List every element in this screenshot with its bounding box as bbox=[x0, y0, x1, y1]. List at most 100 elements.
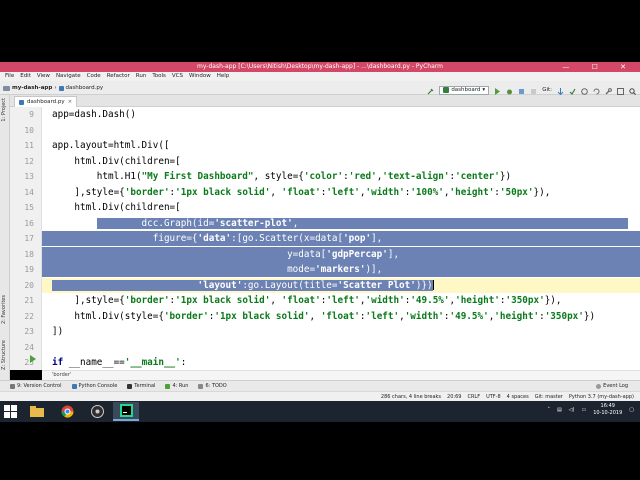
volume-icon[interactable]: ◁) bbox=[569, 407, 575, 413]
chevron-up-icon[interactable]: ˄ bbox=[547, 407, 550, 413]
line-number: 12 bbox=[24, 156, 34, 166]
code-text: ], bbox=[387, 248, 400, 260]
string-literal: '1px black solid' bbox=[175, 186, 271, 198]
string-literal: 'markers' bbox=[315, 264, 366, 275]
menu-tools[interactable]: Tools bbox=[149, 72, 169, 81]
code-text: __name__== bbox=[63, 357, 125, 368]
code-text: y=data[ bbox=[52, 248, 327, 260]
windows-start-icon[interactable] bbox=[4, 405, 17, 418]
project-tool-tab[interactable]: 1: Project bbox=[1, 98, 7, 122]
code-text: html.Div(children=[ bbox=[52, 202, 181, 213]
string-literal: 'float' bbox=[281, 186, 321, 198]
run-gutter-icon[interactable] bbox=[30, 355, 36, 363]
menu-edit[interactable]: Edit bbox=[17, 72, 34, 81]
structure-tool-tab[interactable]: Z: Structure bbox=[1, 340, 7, 370]
hammer-icon[interactable] bbox=[427, 87, 434, 94]
line-number: 19 bbox=[24, 265, 34, 274]
run-icon[interactable] bbox=[494, 87, 501, 95]
python-file-icon bbox=[19, 99, 24, 105]
code-text: ],style={ bbox=[52, 295, 125, 306]
code-line-selected: y=data['gdpPercap'], bbox=[42, 246, 640, 262]
code-line: html.H1("My First Dashboard", style={'co… bbox=[42, 169, 640, 184]
string-literal: '__main__' bbox=[124, 357, 181, 368]
search-icon[interactable] bbox=[629, 87, 636, 95]
code-text: ]) bbox=[52, 326, 64, 337]
line-number: 11 bbox=[24, 141, 34, 150]
pycharm-icon[interactable] bbox=[113, 402, 139, 421]
breadcrumb: 'border' bbox=[42, 370, 640, 380]
stop-icon[interactable] bbox=[530, 87, 537, 94]
menu-vcs[interactable]: VCS bbox=[169, 72, 186, 81]
chrome-icon[interactable] bbox=[54, 402, 80, 421]
run-config-select[interactable]: dashboard ▾ bbox=[439, 85, 490, 95]
menu-file[interactable]: File bbox=[2, 72, 17, 81]
terminal-tool[interactable]: Terminal bbox=[127, 381, 155, 391]
string-literal: 'border' bbox=[124, 295, 170, 306]
string-literal: '350px' bbox=[544, 310, 584, 322]
string-literal: 'left' bbox=[326, 186, 360, 198]
line-number: 20 bbox=[24, 280, 34, 290]
string-literal: 'red' bbox=[348, 171, 377, 182]
code-text: ], bbox=[371, 233, 383, 244]
structure-icon[interactable] bbox=[617, 87, 624, 95]
code-editor[interactable]: app=dash.Dash() app.layout=html.Div([ ht… bbox=[42, 107, 640, 370]
battery-icon[interactable]: ▭ bbox=[581, 407, 586, 413]
revert-icon[interactable] bbox=[593, 87, 600, 94]
breadcrumb-item[interactable]: 'border' bbox=[52, 372, 71, 378]
code-text: }), bbox=[533, 186, 551, 198]
letterbox-top bbox=[0, 0, 640, 62]
clock-date: 10-10-2019 bbox=[593, 410, 623, 416]
coverage-icon[interactable] bbox=[518, 87, 525, 94]
version-control-tool[interactable]: 9: Version Control bbox=[10, 381, 62, 391]
vcs-update-icon[interactable] bbox=[557, 87, 564, 95]
event-log-tool[interactable]: Event Log bbox=[596, 381, 628, 391]
folder-icon bbox=[3, 85, 10, 91]
python-console-tool[interactable]: Python Console bbox=[71, 381, 117, 391]
nav-file[interactable]: dashboard.py bbox=[66, 81, 104, 95]
string-literal: 'Scatter Plot' bbox=[337, 279, 416, 291]
history-icon[interactable] bbox=[581, 87, 588, 95]
menu-refactor[interactable]: Refactor bbox=[104, 72, 133, 81]
window-controls[interactable]: — ☐ ✕ bbox=[562, 62, 636, 72]
string-literal: 'height' bbox=[449, 186, 495, 198]
code-line-current: 'layout':go.Layout(title='Scatter Plot')… bbox=[42, 277, 640, 293]
string-literal: 'layout' bbox=[197, 279, 243, 291]
windows-taskbar: ˄ ▤ ◁) ▭ 16:49 10-10-2019 ▢ bbox=[0, 401, 640, 422]
code-text: : bbox=[180, 357, 187, 368]
code-text: )}) bbox=[415, 279, 433, 291]
event-log-icon bbox=[596, 383, 602, 389]
clock[interactable]: 16:49 10-10-2019 bbox=[593, 403, 622, 417]
menu-code[interactable]: Code bbox=[84, 72, 104, 81]
window-titlebar[interactable]: my-dash-app [C:\Users\Nitish\Desktop\my-… bbox=[0, 62, 640, 72]
run-tool[interactable]: 4: Run bbox=[165, 381, 188, 391]
tool-label: 6: TODO bbox=[205, 383, 227, 389]
notification-icon[interactable]: ▢ bbox=[629, 407, 634, 413]
menu-help[interactable]: Help bbox=[214, 72, 233, 81]
vcs-commit-icon[interactable] bbox=[569, 87, 576, 95]
tool-label: 4: Run bbox=[172, 383, 189, 389]
debug-icon[interactable] bbox=[506, 87, 513, 94]
code-text: :[go.Scatter(x=data[ bbox=[231, 233, 344, 244]
network-icon[interactable]: ▤ bbox=[557, 407, 562, 413]
string-literal: 'height' bbox=[455, 295, 500, 306]
favorites-tool-tab[interactable]: 2: Favorites bbox=[1, 295, 7, 324]
menu-navigate[interactable]: Navigate bbox=[53, 72, 84, 81]
menu-view[interactable]: View bbox=[34, 72, 53, 81]
todo-tool[interactable]: 6: TODO bbox=[198, 381, 227, 391]
string-literal: 'data' bbox=[197, 233, 232, 244]
obs-icon[interactable] bbox=[84, 402, 110, 421]
left-tool-strip: 1: Project 2: Favorites Z: Structure bbox=[0, 95, 10, 380]
tab-dashboard-py[interactable]: dashboard.py × bbox=[14, 96, 78, 107]
menu-run[interactable]: Run bbox=[133, 72, 150, 81]
string-literal: 'width' bbox=[404, 310, 444, 322]
letterbox-bottom bbox=[0, 422, 640, 480]
wrench-icon[interactable] bbox=[605, 87, 612, 94]
navigation-bar: my-dash-app › dashboard.py dashboard ▾ G… bbox=[0, 81, 640, 95]
line-number: 10 bbox=[24, 125, 34, 135]
nav-project[interactable]: my-dash-app bbox=[12, 81, 52, 95]
menu-window[interactable]: Window bbox=[186, 72, 214, 81]
list-icon bbox=[198, 383, 204, 389]
file-explorer-icon[interactable] bbox=[24, 402, 50, 421]
run-icon bbox=[165, 383, 171, 389]
close-icon[interactable]: × bbox=[68, 97, 73, 107]
